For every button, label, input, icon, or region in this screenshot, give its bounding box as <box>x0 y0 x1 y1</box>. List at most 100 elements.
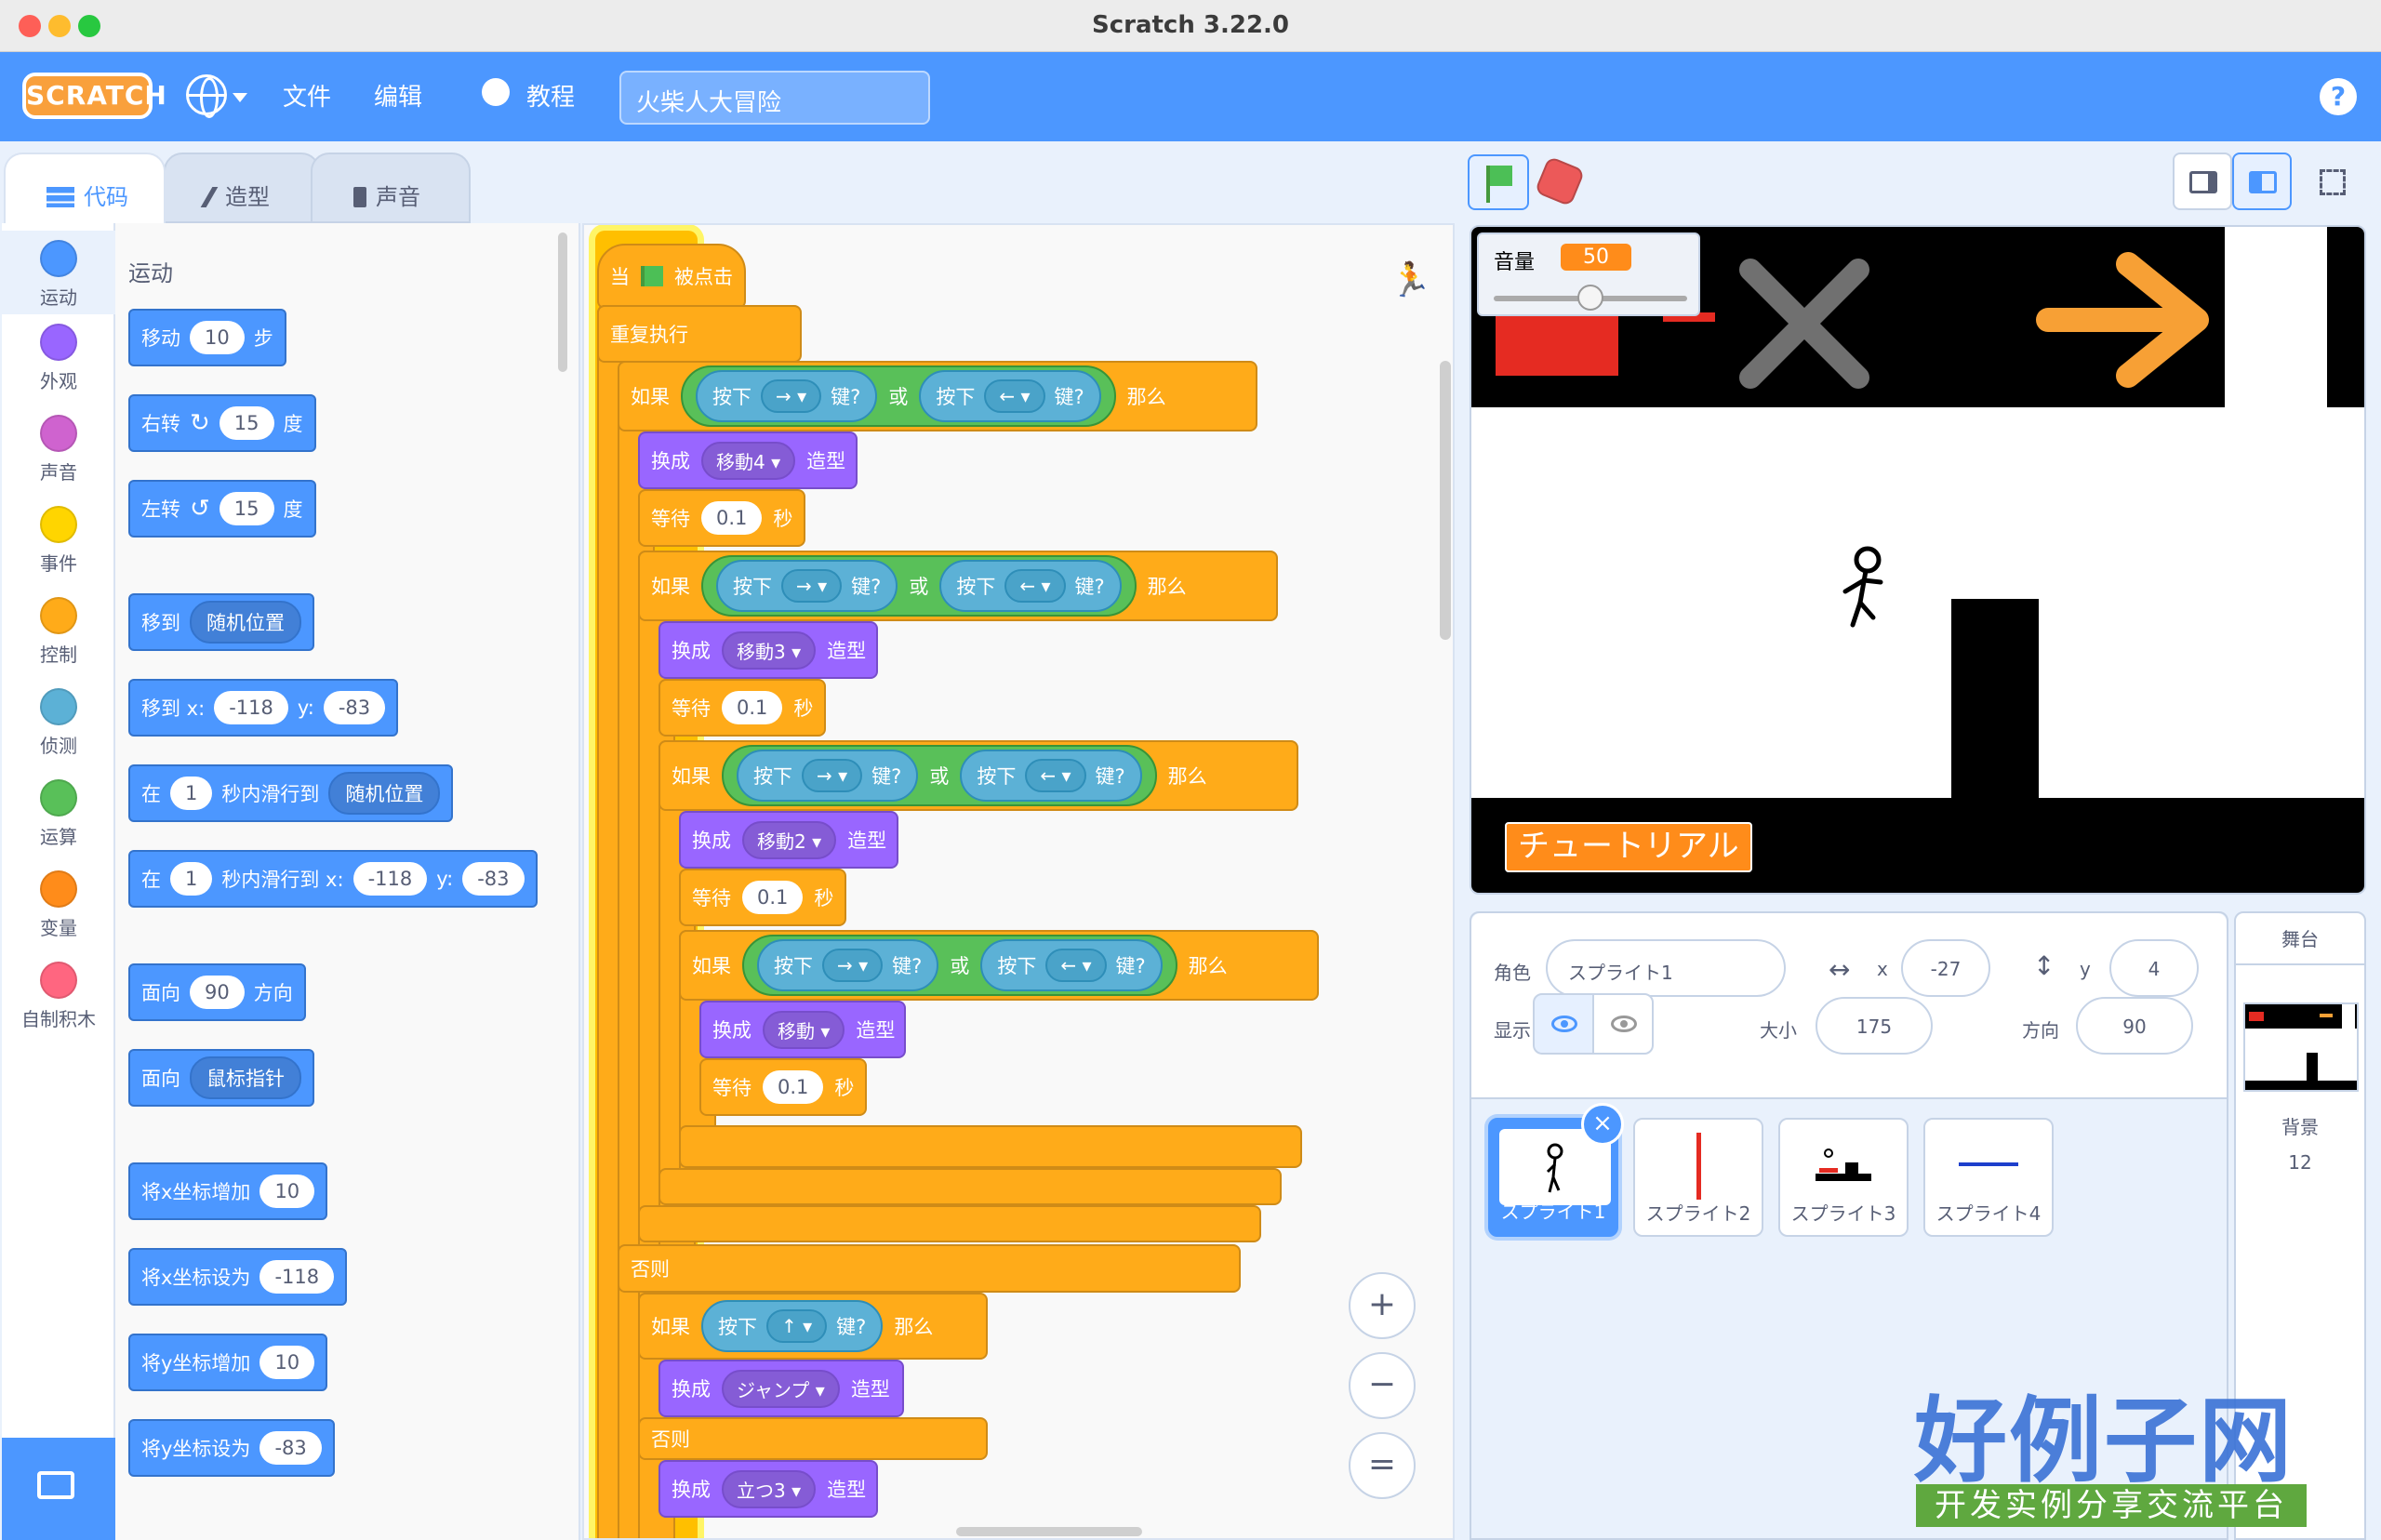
wait-block[interactable]: 等待 0.1 秒 <box>638 489 805 547</box>
stage-thumbnail[interactable] <box>2243 1002 2359 1092</box>
key-pressed-sensor[interactable]: 按下 ↑ ▾ 键? <box>701 1300 884 1352</box>
add-extension-button[interactable] <box>2 1438 115 1540</box>
switch-costume-block[interactable]: 换成 移動4 ▾ 造型 <box>638 431 858 489</box>
green-flag-button[interactable] <box>1468 154 1529 210</box>
block-input[interactable]: 0.1 <box>742 881 804 914</box>
zoom-reset-button[interactable]: = <box>1349 1432 1416 1499</box>
sprite-card-3[interactable]: スプライト3 <box>1778 1118 1909 1237</box>
zoom-out-button[interactable]: − <box>1349 1352 1416 1419</box>
block-input[interactable]: 15 <box>219 492 274 525</box>
workspace-horizontal-scrollbar[interactable] <box>956 1527 1142 1536</box>
zoom-in-button[interactable]: + <box>1349 1272 1416 1339</box>
block-input[interactable]: 0.1 <box>701 501 763 535</box>
block-point-towards[interactable]: 面向 鼠标指针 <box>128 1049 314 1107</box>
key-pressed-sensor[interactable]: 按下 → ▾ 键? <box>737 750 919 802</box>
delete-sprite-trash-icon[interactable]: × <box>1581 1103 1624 1146</box>
block-change-y[interactable]: 将y坐标增加 10 <box>128 1334 328 1391</box>
key-pressed-sensor[interactable]: 按下 → ▾ 键? <box>757 939 939 991</box>
stop-button[interactable] <box>1534 155 1586 207</box>
switch-costume-block[interactable]: 换成 立つ3 ▾ 造型 <box>658 1460 878 1518</box>
switch-costume-block[interactable]: 换成 移動2 ▾ 造型 <box>679 811 898 869</box>
scratch-logo[interactable]: SCRATCH <box>22 73 166 119</box>
block-glide-target[interactable]: 在 1 秒内滑行到 随机位置 <box>128 764 454 822</box>
menu-tutorials[interactable]: 教程 <box>526 78 575 113</box>
project-title-input[interactable]: 火柴人大冒险 <box>619 71 930 125</box>
block-point-direction[interactable]: 面向 90 方向 <box>128 963 306 1021</box>
key-dropdown[interactable]: ← ▾ <box>1045 949 1107 982</box>
category-sound[interactable]: 声音 <box>2 415 115 485</box>
block-dropdown[interactable]: 随机位置 <box>328 772 441 815</box>
if-up-block[interactable]: 如果 按下 ↑ ▾ 键? 那么 <box>638 1293 988 1360</box>
switch-costume-block[interactable]: 换成 移動3 ▾ 造型 <box>658 621 878 679</box>
block-input[interactable]: -118 <box>352 862 428 896</box>
stage-canvas[interactable]: 音量 50 チュートリアル <box>1470 225 2366 895</box>
tutorial-button[interactable]: チュートリアル <box>1505 822 1752 872</box>
block-goto-target[interactable]: 移到 随机位置 <box>128 593 314 651</box>
key-pressed-sensor[interactable]: 按下 ← ▾ 键? <box>980 939 1163 991</box>
block-turn-right[interactable]: 右转 ↻ 15 度 <box>128 394 316 452</box>
menu-file[interactable]: 文件 <box>283 78 331 113</box>
when-flag-clicked-block[interactable]: 当 被点击 <box>597 244 746 309</box>
workspace-vertical-scrollbar[interactable] <box>1440 361 1451 640</box>
small-stage-button[interactable] <box>2173 153 2232 210</box>
block-input[interactable]: -83 <box>323 691 386 724</box>
key-dropdown[interactable]: → ▾ <box>822 949 884 982</box>
language-globe-icon[interactable] <box>186 74 227 118</box>
volume-monitor[interactable]: 音量 50 <box>1477 232 1700 316</box>
or-operator[interactable]: 按下 → ▾ 键? 或 按下 ← ▾ 键? <box>722 745 1157 806</box>
if-block-2[interactable]: 如果 按下 → ▾ 键? 或 按下 ← ▾ 键? 那么 <box>638 551 1278 621</box>
switch-costume-block[interactable]: 换成 ジャンプ ▾ 造型 <box>658 1360 904 1417</box>
category-sensing[interactable]: 侦测 <box>2 688 115 758</box>
block-goto-xy[interactable]: 移到 x: -118 y: -83 <box>128 679 399 737</box>
category-events[interactable]: 事件 <box>2 506 115 576</box>
costume-dropdown[interactable]: ジャンプ ▾ <box>722 1369 840 1408</box>
if-block-3[interactable]: 如果 按下 → ▾ 键? 或 按下 ← ▾ 键? 那么 <box>658 740 1298 811</box>
wait-block[interactable]: 等待 0.1 秒 <box>679 869 846 926</box>
block-set-x[interactable]: 将x坐标设为 -118 <box>128 1248 348 1306</box>
category-looks[interactable]: 外观 <box>2 324 115 393</box>
block-change-x[interactable]: 将x坐标增加 10 <box>128 1162 328 1220</box>
key-pressed-sensor[interactable]: 按下 ← ▾ 键? <box>919 370 1101 422</box>
key-pressed-sensor[interactable]: 按下 ← ▾ 键? <box>960 750 1142 802</box>
block-glide-xy[interactable]: 在 1 秒内滑行到 x: -118 y: -83 <box>128 850 538 908</box>
block-input[interactable]: 10 <box>259 1346 315 1379</box>
block-input[interactable]: -83 <box>462 862 525 896</box>
hide-sprite-button[interactable] <box>1592 993 1654 1055</box>
wait-block[interactable]: 等待 0.1 秒 <box>658 679 826 737</box>
category-my-blocks[interactable]: 自制积木 <box>2 962 115 1031</box>
category-control[interactable]: 控制 <box>2 597 115 667</box>
block-input[interactable]: 0.1 <box>722 691 783 724</box>
costume-dropdown[interactable]: 移動4 ▾ <box>701 441 796 480</box>
costume-dropdown[interactable]: 移動3 ▾ <box>722 631 817 670</box>
costume-dropdown[interactable]: 移動2 ▾ <box>742 820 837 859</box>
block-turn-left[interactable]: 左转 ↺ 15 度 <box>128 480 316 538</box>
or-operator[interactable]: 按下 → ▾ 键? 或 按下 ← ▾ 键? <box>701 555 1137 617</box>
block-dropdown[interactable]: 随机位置 <box>190 601 301 644</box>
category-operators[interactable]: 运算 <box>2 779 115 849</box>
switch-costume-block[interactable]: 换成 移動 ▾ 造型 <box>699 1001 906 1058</box>
fullscreen-button[interactable] <box>2303 153 2362 210</box>
key-pressed-sensor[interactable]: 按下 ← ▾ 键? <box>939 560 1122 612</box>
tab-costumes[interactable]: 造型 <box>164 153 320 223</box>
block-input[interactable]: 0.1 <box>763 1070 824 1104</box>
key-pressed-sensor[interactable]: 按下 → ▾ 键? <box>696 370 878 422</box>
direction-input[interactable]: 90 <box>2076 997 2193 1055</box>
block-input[interactable]: 90 <box>190 976 245 1009</box>
sprite-card-2[interactable]: スプライト2 <box>1633 1118 1763 1237</box>
or-operator[interactable]: 按下 → ▾ 键? 或 按下 ← ▾ 键? <box>742 935 1177 996</box>
or-operator[interactable]: 按下 → ▾ 键? 或 按下 ← ▾ 键? <box>681 365 1116 427</box>
wait-block[interactable]: 等待 0.1 秒 <box>699 1058 867 1116</box>
tab-code[interactable]: 代码 <box>4 153 166 223</box>
block-input[interactable]: 15 <box>219 406 274 440</box>
y-position-input[interactable]: 4 <box>2109 939 2199 997</box>
key-dropdown[interactable]: ← ▾ <box>1004 569 1066 603</box>
sprite-name-input[interactable]: スプライト1 <box>1546 939 1786 997</box>
block-input[interactable]: 10 <box>259 1175 315 1208</box>
if-block-1[interactable]: 如果 按下 → ▾ 键? 或 按下 ← ▾ 键? 那么 <box>618 361 1257 431</box>
key-dropdown[interactable]: → ▾ <box>802 759 863 792</box>
key-dropdown[interactable]: → ▾ <box>781 569 843 603</box>
block-move-steps[interactable]: 移动 10 步 <box>128 309 286 366</box>
x-position-input[interactable]: -27 <box>1901 939 1990 997</box>
costume-dropdown[interactable]: 立つ3 ▾ <box>722 1469 817 1508</box>
costume-dropdown[interactable]: 移動 ▾ <box>763 1010 845 1049</box>
